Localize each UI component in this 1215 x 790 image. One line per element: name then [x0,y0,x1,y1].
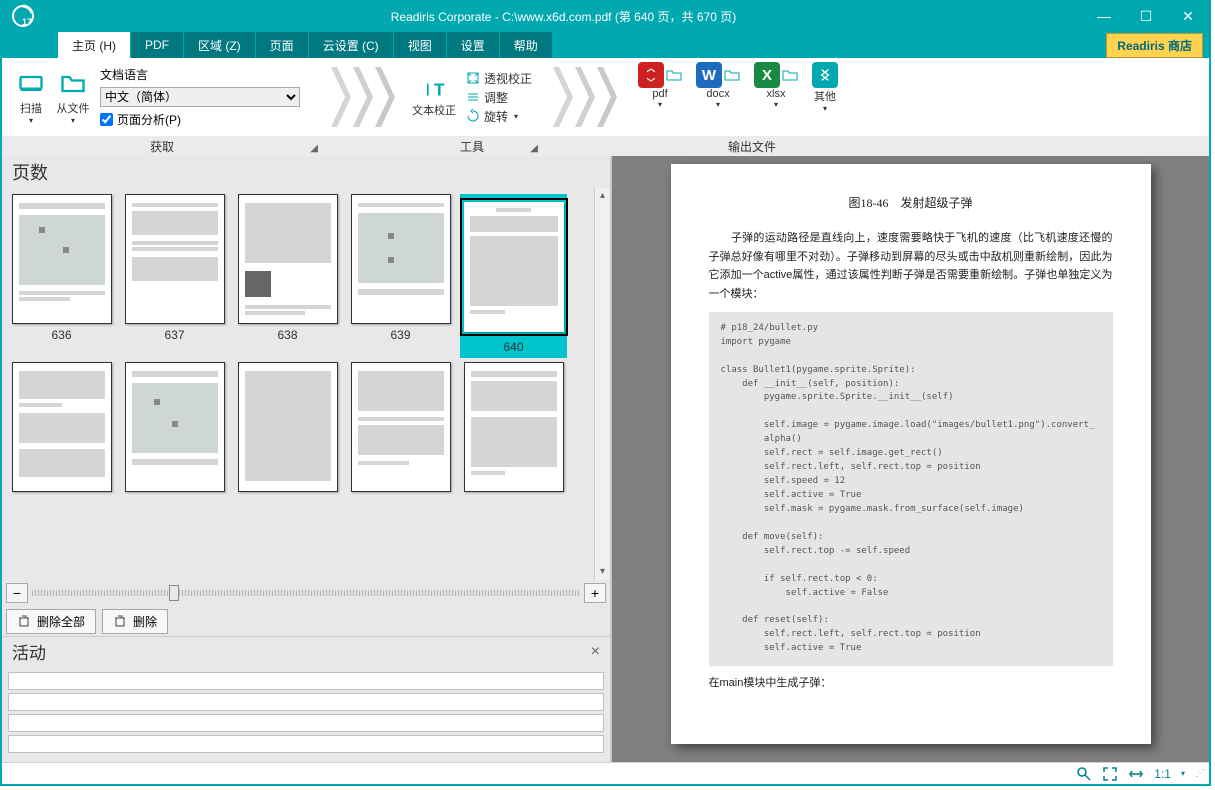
activity-close-icon[interactable]: × [591,643,600,661]
activity-row [8,735,604,753]
rotate-button[interactable]: 旋转▾ [466,108,532,125]
tab-settings[interactable]: 设置 [447,32,500,58]
folder-small-icon [724,68,740,82]
trash-icon [113,614,127,628]
figure-title: 图18-46 发射超级子弹 [709,194,1113,211]
excel-icon: X [754,62,780,88]
document-page-preview: 图18-46 发射超级子弹 子弹的运动路径是直线向上，速度需要略快于飞机的速度（… [671,164,1151,744]
ribbon-group-output: pdf▾ W docx▾ X xlsx▾ 其他▾ [630,58,846,136]
page-thumb-644[interactable] [347,362,454,492]
pdf-icon [638,62,664,88]
from-file-button[interactable]: 从文件 ▾ [52,70,94,125]
paragraph-after: 在main模块中生成子弹： [709,674,1113,693]
ribbon-chevrons-2 [552,58,618,136]
activity-row [8,714,604,732]
doc-language-label: 文档语言 [100,66,300,83]
text-correction-icon: IT [421,76,447,102]
ribbon-group-acquire: 扫描 ▾ 从文件 ▾ 文档语言 中文（简体） 页面分析(P) [2,58,322,136]
page-thumb-641[interactable] [8,362,115,492]
code-block: # p18_24/bullet.py import pygame class B… [709,312,1113,667]
activity-panel [2,666,610,762]
doc-language-select[interactable]: 中文（简体） [100,87,300,107]
ribbon: 扫描 ▾ 从文件 ▾ 文档语言 中文（简体） 页面分析(P) [2,58,1209,156]
thumbnail-zoom-bar: − + [2,580,610,606]
titlebar: 17 Readiris Corporate - C:\www.x6d.com.p… [2,2,1209,30]
output-xlsx-button[interactable]: X xlsx▾ [754,62,798,109]
perspective-button[interactable]: 透视校正 [466,70,532,87]
thumbnails-scrollbar[interactable]: ▴▾ [594,188,610,580]
output-pdf-button[interactable]: pdf▾ [638,62,682,109]
text-correction-button[interactable]: 文本校正 [412,102,456,118]
page-thumb-636[interactable]: 636 [8,194,115,358]
page-thumb-638[interactable]: 638 [234,194,341,358]
delete-all-button[interactable]: 删除全部 [6,609,96,634]
maximize-button[interactable]: ☐ [1125,2,1167,30]
page-thumb-642[interactable] [121,362,228,492]
output-docx-button[interactable]: W docx▾ [696,62,740,109]
store-button[interactable]: Readiris 商店 [1106,33,1203,58]
trash-icon [17,614,31,628]
menu-tabbar: 主页 (H) PDF 区域 (Z) 页面 云设置 (C) 视图 设置 帮助 Re… [2,30,1209,58]
svg-text:T: T [434,80,445,100]
page-thumb-637[interactable]: 637 [121,194,228,358]
tab-home[interactable]: 主页 (H) [58,32,131,58]
tab-cloud[interactable]: 云设置 (C) [309,32,394,58]
adjust-button[interactable]: 调整 [466,89,532,106]
ribbon-label-output: 输出文件 [622,136,882,156]
page-thumb-643[interactable] [234,362,341,492]
statusbar: 1:1▾ ⋰ [2,762,1209,784]
other-output-icon [812,62,838,88]
ribbon-label-acquire: 获取◢ [2,136,322,156]
zoom-ratio[interactable]: 1:1 [1154,767,1171,781]
svg-text:I: I [425,80,430,100]
activity-row [8,672,604,690]
window-title: Readiris Corporate - C:\www.x6d.com.pdf … [44,8,1083,25]
dialog-launcher-icon[interactable]: ◢ [530,143,538,154]
word-icon: W [696,62,722,88]
zoom-in-button[interactable]: + [584,583,606,603]
resize-grip-icon[interactable]: ⋰ [1195,768,1203,779]
tab-view[interactable]: 视图 [394,32,447,58]
zoom-out-button[interactable]: − [6,583,28,603]
left-pane: 页数 636 637 638 639 640 ▴▾ [2,156,612,762]
folder-icon [59,70,87,98]
output-other-button[interactable]: 其他▾ [812,62,838,113]
page-analysis-checkbox[interactable]: 页面分析(P) [100,111,300,128]
page-thumb-645[interactable] [460,362,567,492]
ribbon-group-tools: IT 文本校正 透视校正 调整 旋转▾ [404,58,544,136]
ribbon-label-tools: 工具◢ [402,136,542,156]
zoom-status-icon[interactable] [1076,766,1092,782]
preview-pane[interactable]: 图18-46 发射超级子弹 子弹的运动路径是直线向上，速度需要略快于飞机的速度（… [612,156,1209,762]
delete-button[interactable]: 删除 [102,609,168,634]
svg-text:17: 17 [22,17,32,27]
dialog-launcher-icon[interactable]: ◢ [310,143,318,154]
close-button[interactable]: ✕ [1167,2,1209,30]
minimize-button[interactable]: — [1083,2,1125,30]
thumbnail-area: 636 637 638 639 640 ▴▾ [2,188,610,580]
tab-pdf[interactable]: PDF [131,32,184,58]
activity-header: 活动× [2,636,610,666]
tab-help[interactable]: 帮助 [500,32,553,58]
activity-row [8,693,604,711]
app-logo-icon: 17 [2,2,44,30]
pages-header: 页数 [2,156,610,188]
fit-screen-icon[interactable] [1102,766,1118,782]
page-thumb-640[interactable]: 640 [460,194,567,358]
zoom-slider[interactable] [32,590,580,596]
paragraph: 子弹的运动路径是直线向上，速度需要略快于飞机的速度（比飞机速度还慢的子弹总好像有… [709,229,1113,304]
tab-page[interactable]: 页面 [256,32,309,58]
tab-zone[interactable]: 区域 (Z) [184,32,256,58]
folder-small-icon [782,68,798,82]
scan-button[interactable]: 扫描 ▾ [10,70,52,125]
zoom-slider-handle[interactable] [169,585,179,601]
fit-width-icon[interactable] [1128,766,1144,782]
ribbon-chevrons-1 [330,58,396,136]
folder-small-icon [666,68,682,82]
scanner-icon [17,70,45,98]
page-thumb-639[interactable]: 639 [347,194,454,358]
